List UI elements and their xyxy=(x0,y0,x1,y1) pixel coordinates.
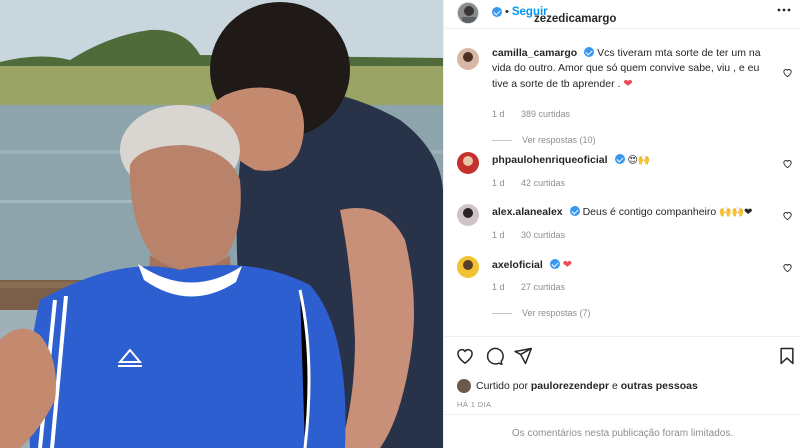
like-comment-heart-icon[interactable] xyxy=(782,262,793,273)
commenter-avatar[interactable] xyxy=(457,204,479,226)
verified-badge-icon xyxy=(549,259,560,269)
comment-likes[interactable]: 30 curtidas xyxy=(521,230,565,240)
footer-divider xyxy=(444,414,800,415)
comment-text: Deus é contigo companheiro xyxy=(582,206,717,218)
comment-emoji: ❤ xyxy=(562,258,572,271)
comment-age[interactable]: 1 d xyxy=(492,178,505,188)
view-replies-button[interactable]: Ver respostas (10) xyxy=(492,135,596,145)
comment-meta: 1 d 389 curtidas xyxy=(492,109,584,119)
comment-text-block: axeloficial ❤ xyxy=(492,257,777,273)
comment-text-block: phpaulohenriqueoficial 😍🙌 xyxy=(492,153,777,168)
like-comment-heart-icon[interactable] xyxy=(782,158,793,169)
commenter-avatar[interactable] xyxy=(457,256,479,278)
comment-text-block: alex.alanealex Deus é contigo companheir… xyxy=(492,205,777,220)
verified-badge-icon xyxy=(584,47,595,57)
header-divider xyxy=(444,28,800,29)
post-panel: zezedicamargo • Seguir camilla_camargo V… xyxy=(443,0,800,448)
comment-age[interactable]: 1 d xyxy=(492,230,505,240)
like-comment-heart-icon[interactable] xyxy=(782,210,793,221)
comment-age[interactable]: 1 d xyxy=(492,109,505,119)
comment-meta: 1 d 42 curtidas xyxy=(492,178,579,188)
actions-divider xyxy=(444,336,800,337)
more-options-icon[interactable] xyxy=(777,3,791,20)
view-replies-label: Ver respostas (7) xyxy=(522,308,591,318)
like-comment-heart-icon[interactable] xyxy=(782,67,793,78)
liked-by-prefix: Curtido por xyxy=(476,380,528,392)
liked-by-others[interactable]: outras pessoas xyxy=(621,380,698,392)
author-avatar[interactable] xyxy=(457,2,479,24)
comment-text-block: camilla_camargo Vcs tiveram mta sorte de… xyxy=(492,46,777,92)
comment-emoji: ❤ xyxy=(623,77,633,90)
like-heart-icon[interactable] xyxy=(455,346,475,366)
post-photo[interactable] xyxy=(0,0,443,448)
verified-badge-icon xyxy=(569,206,580,216)
view-replies-button[interactable]: Ver respostas (7) xyxy=(492,308,591,318)
post-time-ago[interactable]: HÁ 1 DIA xyxy=(457,400,491,409)
comment-meta: 1 d 27 curtidas xyxy=(492,282,579,292)
view-replies-label: Ver respostas (10) xyxy=(522,135,596,145)
commenter-username[interactable]: alex.alanealex xyxy=(492,206,563,218)
comment-bubble-icon[interactable] xyxy=(484,346,504,366)
commenter-username[interactable]: phpaulohenriqueoficial xyxy=(492,154,608,166)
comments-limited-notice: Os comentários nesta publicação foram li… xyxy=(511,428,734,439)
replies-line xyxy=(492,140,512,142)
liker-avatar[interactable] xyxy=(457,379,471,393)
share-paper-plane-icon[interactable] xyxy=(513,346,533,366)
commenter-username[interactable]: axeloficial xyxy=(492,259,543,271)
liked-by-joiner: e xyxy=(611,380,618,392)
commenter-avatar[interactable] xyxy=(457,152,479,174)
post-header: zezedicamargo • Seguir xyxy=(444,0,800,27)
author-meta: zezedicamargo • Seguir xyxy=(489,6,616,25)
commenter-username[interactable]: camilla_camargo xyxy=(492,47,577,59)
author-username[interactable]: zezedicamargo xyxy=(534,13,616,25)
verified-badge-icon xyxy=(492,7,502,17)
replies-line xyxy=(492,313,512,315)
comment-likes[interactable]: 42 curtidas xyxy=(521,178,565,188)
comment-emoji: 😍🙌 xyxy=(627,155,651,166)
save-bookmark-icon[interactable] xyxy=(777,346,797,366)
comment-meta: 1 d 30 curtidas xyxy=(492,230,579,240)
separator-dot: • xyxy=(505,6,509,18)
post-image xyxy=(0,0,443,448)
action-bar xyxy=(444,344,800,370)
comment-likes[interactable]: 389 curtidas xyxy=(521,109,570,119)
liked-by-row: Curtido por paulorezendepr e outras pess… xyxy=(457,378,797,394)
comment-likes[interactable]: 27 curtidas xyxy=(521,282,565,292)
liked-by-user[interactable]: paulorezendepr xyxy=(531,380,609,392)
comment-age[interactable]: 1 d xyxy=(492,282,505,292)
comments-list: camilla_camargo Vcs tiveram mta sorte de… xyxy=(444,36,800,336)
verified-badge-icon xyxy=(614,154,625,164)
comment-emoji: 🙌🙌❤ xyxy=(719,207,753,218)
commenter-avatar[interactable] xyxy=(457,48,479,70)
